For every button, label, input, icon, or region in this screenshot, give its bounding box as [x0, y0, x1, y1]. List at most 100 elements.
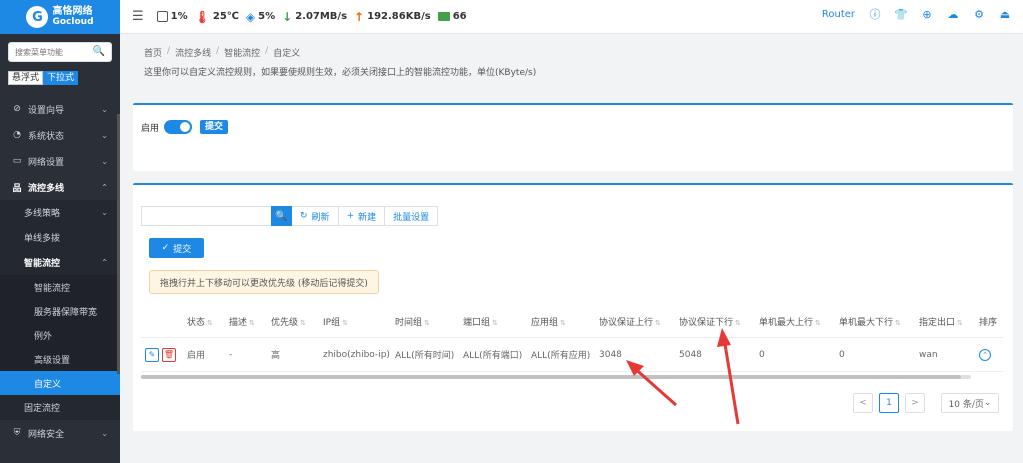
cell-ip-group: zhibo(zhibo-ip)	[323, 349, 390, 360]
col-status[interactable]: 状态 ⇅	[183, 315, 225, 328]
brand-name-cn: 高恪网络	[52, 6, 93, 17]
sidebar-item-net-security[interactable]: ⛨ 网络安全 ⌄	[0, 420, 120, 446]
check-icon: ✓	[161, 243, 170, 253]
shield-icon: ⛨	[13, 428, 21, 438]
chevron-up-icon: ⌃	[101, 258, 108, 267]
cell-max-up: 0	[759, 349, 765, 360]
sidebar-subsub-server-bandwidth[interactable]: 服务器保障带宽	[0, 299, 120, 323]
menu-search: 🔍	[8, 42, 112, 62]
search-icon[interactable]: 🔍	[93, 46, 105, 57]
page-size-select[interactable]: 10 条/页 ⌄	[941, 393, 999, 413]
breadcrumb-current: 自定义	[273, 49, 301, 59]
cell-desc: -	[229, 349, 233, 360]
sidebar-sub-smart-flow[interactable]: 智能流控 ⌃	[0, 250, 120, 275]
trash-icon[interactable]: 🗑	[162, 347, 176, 362]
chevron-down-icon: ⌄	[101, 428, 108, 438]
sidebar-sub-fixed-flow[interactable]: 固定流控	[0, 395, 120, 420]
prev-page-button[interactable]: <	[853, 393, 873, 413]
logo[interactable]: G 高恪网络 Gocloud	[0, 0, 120, 34]
info-icon[interactable]: ⓘ	[869, 8, 881, 21]
sidebar-item-setup-wizard[interactable]: ⊘ 设置向导 ⌄	[0, 96, 120, 122]
gear-icon[interactable]: ⚙	[973, 8, 985, 21]
col-guarantee-up[interactable]: 协议保证上行 ⇅	[595, 315, 675, 328]
enable-submit-button[interactable]: 提交	[200, 120, 229, 134]
col-port-group[interactable]: 端口组 ⇅	[459, 315, 527, 328]
download-arrow-icon: ↓	[282, 9, 293, 24]
move-up-icon[interactable]: ⌃	[979, 348, 991, 361]
globe-icon[interactable]: ⊕	[921, 8, 933, 21]
new-button[interactable]: + 新建	[338, 206, 386, 226]
logo-icon: G	[26, 6, 49, 28]
cpu-icon	[156, 11, 168, 22]
cell-port-group: ALL(所有端口)	[463, 351, 523, 361]
breadcrumb-flow[interactable]: 流控多线	[175, 46, 211, 59]
sidebar-subsub-custom[interactable]: 自定义	[0, 371, 120, 395]
batch-settings-button[interactable]: 批量设置	[385, 206, 439, 226]
col-desc[interactable]: 描述 ⇅	[225, 315, 267, 328]
chevron-down-icon: ⌄	[101, 208, 108, 217]
page-description: 这里你可以自定义流控规则，如果要使规则生效，必须关闭接口上的智能流控功能，单位(…	[144, 68, 537, 78]
sidebar-subsub-advanced[interactable]: 高级设置	[0, 347, 120, 371]
plus-icon: +	[346, 211, 355, 221]
upload-value: 192.86KB/s	[367, 11, 431, 22]
sidebar-subsub-smart-flow[interactable]: 智能流控	[0, 275, 120, 299]
thermometer-icon: 🌡	[194, 9, 210, 24]
submit-button[interactable]: ✓ 提交	[149, 238, 204, 258]
memory-icon: ◈	[245, 9, 256, 24]
search-icon: 🔍	[275, 210, 288, 222]
sidebar-scrollbar[interactable]	[117, 114, 120, 374]
enable-toggle[interactable]	[164, 120, 193, 134]
col-guarantee-down[interactable]: 协议保证下行 ⇅	[675, 315, 755, 328]
cell-app-group: ALL(所有应用)	[531, 351, 591, 361]
mode-float-tab[interactable]: 悬浮式	[8, 71, 44, 85]
col-sort: 排序	[979, 318, 998, 328]
table-hscrollbar[interactable]	[141, 375, 971, 379]
rule-search-input[interactable]	[141, 206, 271, 226]
dashboard-icon: ◔	[13, 130, 21, 140]
menu-search-input[interactable]	[9, 43, 89, 61]
table-header: 状态 ⇅ 描述 ⇅ 优先级 ⇅ IP组 ⇅ 时间组 ⇅ 端口组 ⇅ 应用组 ⇅ 协议保证上行 ⇅…	[141, 306, 1003, 338]
chevron-down-icon: ⌄	[983, 398, 992, 408]
menu-toggle-icon[interactable]: ☰	[132, 9, 144, 24]
col-max-down[interactable]: 单机最大下行 ⇅	[835, 315, 915, 328]
shirt-theme-icon[interactable]: 👕	[894, 8, 908, 21]
col-max-up[interactable]: 单机最大上行 ⇅	[755, 315, 835, 328]
page-button[interactable]: 1	[879, 393, 899, 413]
sidebar-item-network[interactable]: ▭ 网络设置 ⌄	[0, 148, 120, 174]
next-page-button[interactable]: >	[905, 393, 925, 413]
sidebar-sub-singleline[interactable]: 单线多拨	[0, 225, 120, 250]
enable-label: 启用	[141, 123, 160, 134]
col-exit[interactable]: 指定出口 ⇅	[915, 315, 975, 328]
sidebar-item-system-status[interactable]: ◔ 系统状态 ⌄	[0, 122, 120, 148]
chevron-down-icon: ⌄	[101, 104, 108, 114]
router-link[interactable]: Router	[822, 9, 855, 20]
col-time-group[interactable]: 时间组 ⇅	[391, 315, 459, 328]
col-ip-group[interactable]: IP组 ⇅	[319, 315, 391, 328]
refresh-button[interactable]: ↻ 刷新	[292, 206, 339, 226]
cell-status: 启用	[187, 351, 206, 361]
cloud-upload-icon[interactable]: ☁	[947, 8, 959, 21]
rules-table: 状态 ⇅ 描述 ⇅ 优先级 ⇅ IP组 ⇅ 时间组 ⇅ 端口组 ⇅ 应用组 ⇅ 协议保证上行 ⇅…	[141, 306, 1003, 379]
pagination: < 1 > 10 条/页 ⌄	[853, 393, 999, 413]
breadcrumb-home[interactable]: 首页	[144, 46, 162, 59]
monitor-icon: ▭	[12, 156, 22, 166]
edit-icon[interactable]: ✎	[145, 347, 159, 362]
sitemap-icon: 品	[12, 183, 22, 194]
sidebar-nav: ⊘ 设置向导 ⌄ ◔ 系统状态 ⌄ ▭ 网络设置 ⌄ 品流控多线 ⌃ 多线策略 ⌄ 单线多拨 智…	[0, 96, 120, 446]
mode-dropdown-tab[interactable]: 下拉式	[43, 71, 79, 85]
status-bar: ☰ 1% 🌡 25℃ ◈ 5% ↓ 2.07MB/s ↑ 192.86KB/s 66	[132, 9, 467, 24]
col-app-group[interactable]: 应用组 ⇅	[527, 315, 595, 328]
sidebar-sub-multiline[interactable]: 多线策略 ⌄	[0, 200, 120, 225]
logout-icon[interactable]: ⏏	[999, 8, 1011, 21]
clients-value: 66	[452, 11, 467, 22]
sidebar-subsub-exception[interactable]: 例外	[0, 323, 120, 347]
table-row[interactable]: ✎ 🗑 启用 - 高 zhibo(zhibo-ip) ALL(所有时间) ALL(…	[141, 338, 1003, 372]
cell-guarantee-down: 5048	[679, 349, 702, 360]
search-button[interactable]: 🔍	[271, 206, 292, 226]
sidebar-item-flow-control[interactable]: 品流控多线 ⌃	[0, 174, 120, 200]
brand-name-en: Gocloud	[52, 17, 94, 27]
cell-priority: 高	[271, 351, 281, 361]
col-priority[interactable]: 优先级 ⇅	[267, 315, 319, 328]
breadcrumb-smart[interactable]: 智能流控	[224, 46, 260, 59]
toolbar: 🔍 ↻ 刷新 + 新建 批量设置	[141, 206, 439, 226]
